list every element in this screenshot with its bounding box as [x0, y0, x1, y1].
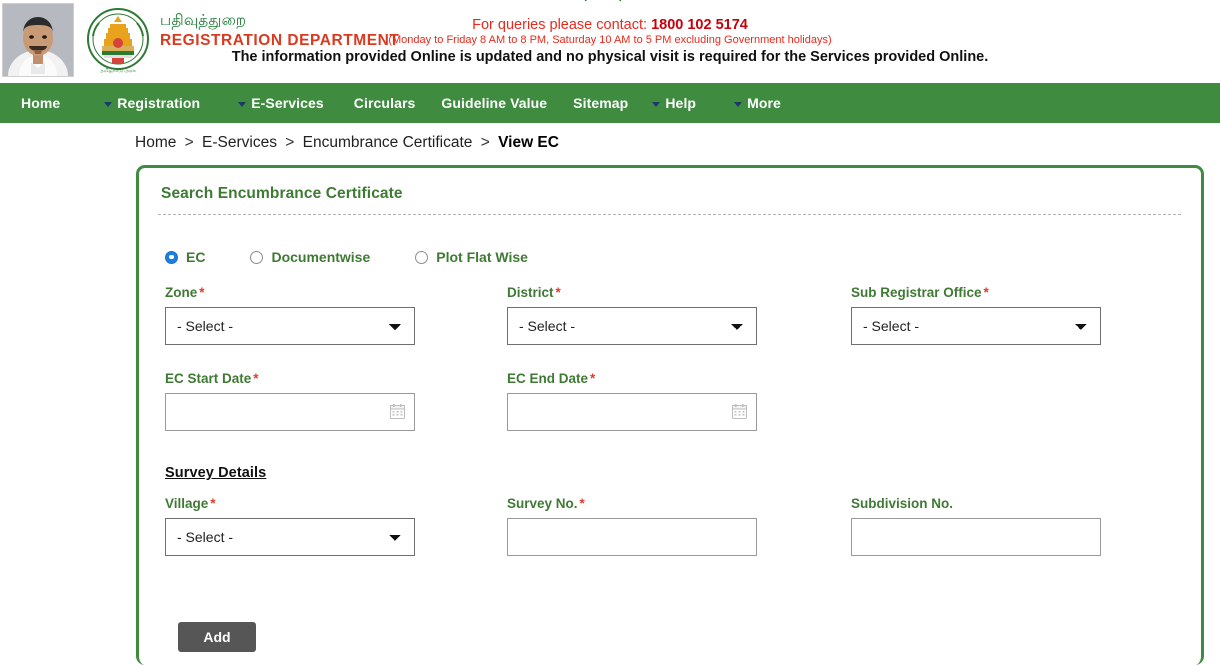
breadcrumb-item-e-services[interactable]: E-Services [202, 134, 277, 151]
nav-label: Circulars [353, 95, 416, 111]
search-type-radio-group: EC Documentwise Plot Flat Wise [139, 215, 1201, 265]
breadcrumb-separator: > [184, 134, 194, 151]
label-survey-no: Survey No. * [507, 496, 757, 511]
radio-label-documentwise: Documentwise [271, 249, 371, 265]
nav-item-circulars[interactable]: Circulars [343, 83, 427, 124]
label-subdivision-no: Subdivision No. [851, 496, 1101, 511]
nav-label: E-Services [251, 95, 324, 111]
search-form: Zone * - Select - District * - Select - Su… [139, 285, 1201, 457]
radio-label-plot-flat-wise: Plot Flat Wise [436, 249, 528, 265]
chevron-down-icon [734, 101, 743, 107]
nav-item-guideline-value[interactable]: Guideline Value [430, 83, 558, 124]
field-village: Village * - Select - [165, 496, 415, 556]
radio-label-ec: EC [186, 249, 206, 265]
label-zone: Zone * [165, 285, 415, 300]
site-header: | | [0, 0, 1220, 82]
nav-label: Guideline Value [441, 95, 548, 111]
nav-item-sitemap[interactable]: Sitemap [562, 83, 639, 124]
field-survey-no: Survey No. * [507, 496, 757, 556]
subdivision-no-input[interactable] [851, 518, 1101, 556]
chevron-down-icon [104, 101, 113, 107]
field-ec-start-date: EC Start Date * [165, 371, 415, 431]
radio-button-plot-flat-wise[interactable] [415, 250, 429, 264]
nav-item-help[interactable]: Help [641, 83, 707, 124]
label-district: District * [507, 285, 757, 300]
contact-phone-number: 1800 102 5174 [651, 17, 748, 33]
nav-item-registration[interactable]: Registration [93, 83, 211, 124]
breadcrumb-separator: > [285, 134, 295, 151]
field-district: District * - Select - [507, 285, 757, 345]
field-ec-end-date: EC End Date * [507, 371, 757, 431]
survey-details-heading: Survey Details [165, 465, 267, 481]
label-ec-start-date: EC Start Date * [165, 371, 415, 386]
survey-details-form: Village * - Select - Survey No. * Subdivis… [139, 496, 1201, 582]
search-encumbrance-certificate-panel: Search Encumbrance Certificate EC Docume… [136, 165, 1204, 665]
contact-line: For queries please contact: 1800 102 517… [0, 17, 1220, 33]
label-text: Zone [165, 285, 198, 300]
survey-no-input[interactable] [507, 518, 757, 556]
nav-label: Home [21, 95, 61, 111]
nav-item-more[interactable]: More [723, 83, 792, 124]
form-row-dates: EC Start Date * EC End Date * [165, 371, 1201, 457]
nav-label: Sitemap [573, 95, 629, 111]
required-asterisk: * [210, 496, 216, 511]
online-services-notice: The information provided Online is updat… [231, 49, 989, 65]
radio-option-ec[interactable]: EC [165, 249, 205, 265]
page-title: Search Encumbrance Certificate [161, 185, 403, 202]
breadcrumb-separator: > [480, 134, 490, 151]
required-asterisk: * [983, 285, 989, 300]
zone-select[interactable]: - Select - [165, 307, 415, 345]
district-select[interactable]: - Select - [507, 307, 757, 345]
radio-button-ec[interactable] [165, 250, 178, 264]
field-zone: Zone * - Select - [165, 285, 415, 345]
chevron-down-icon [238, 101, 247, 107]
required-asterisk: * [555, 285, 561, 300]
add-button[interactable]: Add [178, 622, 256, 652]
label-ec-end-date: EC End Date * [507, 371, 757, 386]
ec-start-date-input[interactable] [165, 393, 415, 431]
label-text: EC End Date [507, 371, 589, 386]
nav-item-e-services[interactable]: E-Services [227, 83, 335, 124]
label-village: Village * [165, 496, 415, 511]
nav-label: More [747, 95, 781, 111]
nav-label: Help [665, 95, 697, 111]
radio-option-documentwise[interactable]: Documentwise [250, 249, 370, 265]
svg-text:தமிழ்நாடு அரசு: தமிழ்நாடு அரசு [100, 68, 136, 74]
ec-end-date-input[interactable] [507, 393, 757, 431]
nav-item-home[interactable]: Home [10, 83, 71, 124]
label-text: Village [165, 496, 209, 511]
required-asterisk: * [199, 285, 205, 300]
sub-registrar-office-select[interactable]: - Select - [851, 307, 1101, 345]
label-sub-registrar-office: Sub Registrar Office * [851, 285, 1101, 300]
form-row-survey: Village * - Select - Survey No. * Subdivis… [165, 496, 1201, 582]
required-asterisk: * [590, 371, 596, 386]
label-text: Subdivision No. [851, 496, 954, 511]
chevron-down-icon [652, 101, 661, 107]
radio-button-documentwise[interactable] [250, 250, 264, 264]
main-navigation: Home Registration E-Services Circulars G… [0, 82, 1220, 123]
required-asterisk: * [253, 371, 259, 386]
breadcrumb-current-view-ec: View EC [498, 134, 559, 151]
label-text: District [507, 285, 554, 300]
contact-info-block: For queries please contact: 1800 102 517… [0, 0, 1220, 65]
contact-hours: (Monday to Friday 8 AM to 8 PM, Saturday… [388, 34, 832, 46]
field-subdivision-no: Subdivision No. [851, 496, 1101, 556]
label-text: EC Start Date [165, 371, 252, 386]
contact-prefix: For queries please contact: [472, 17, 652, 33]
nav-label: Registration [117, 95, 201, 111]
label-text: Survey No. [507, 496, 578, 511]
ec-start-date-wrapper [165, 393, 415, 431]
breadcrumb: Home > E-Services > Encumbrance Certific… [0, 123, 1220, 152]
radio-option-plot-flat-wise[interactable]: Plot Flat Wise [415, 249, 528, 265]
label-text: Sub Registrar Office [851, 285, 982, 300]
field-sub-registrar-office: Sub Registrar Office * - Select - [851, 285, 1101, 345]
ec-end-date-wrapper [507, 393, 757, 431]
village-select[interactable]: - Select - [165, 518, 415, 556]
breadcrumb-item-home[interactable]: Home [135, 134, 176, 151]
required-asterisk: * [579, 496, 585, 511]
breadcrumb-item-encumbrance-certificate[interactable]: Encumbrance Certificate [303, 134, 473, 151]
form-row-location: Zone * - Select - District * - Select - Su… [165, 285, 1201, 371]
